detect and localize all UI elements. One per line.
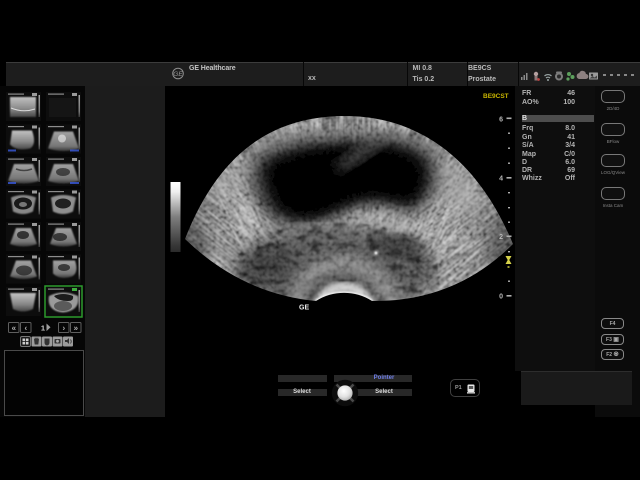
svg-text:0: 0	[499, 294, 503, 301]
svg-text:2: 2	[499, 234, 503, 241]
svg-text:BE9CST: BE9CST	[483, 93, 509, 100]
svg-text:4: 4	[499, 176, 503, 183]
svg-text:GE: GE	[299, 305, 309, 312]
svg-text:6: 6	[499, 117, 503, 124]
